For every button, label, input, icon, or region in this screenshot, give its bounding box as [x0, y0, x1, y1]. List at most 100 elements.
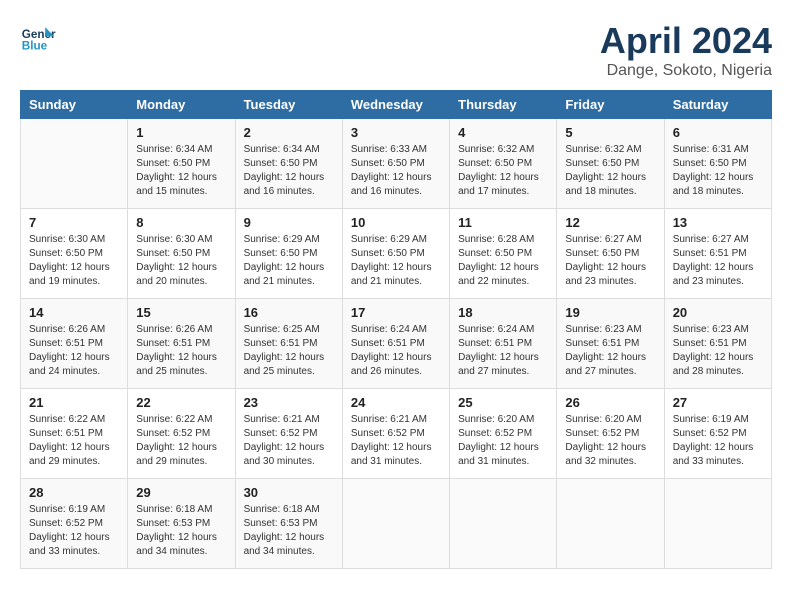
day-info: Sunrise: 6:34 AM Sunset: 6:50 PM Dayligh…: [244, 143, 334, 199]
day-info: Sunrise: 6:26 AM Sunset: 6:51 PM Dayligh…: [29, 323, 119, 379]
table-row: [557, 479, 664, 569]
day-info: Sunrise: 6:19 AM Sunset: 6:52 PM Dayligh…: [29, 503, 119, 559]
day-info: Sunrise: 6:23 AM Sunset: 6:51 PM Dayligh…: [673, 323, 763, 379]
day-info: Sunrise: 6:28 AM Sunset: 6:50 PM Dayligh…: [458, 233, 548, 289]
table-row: 28 Sunrise: 6:19 AM Sunset: 6:52 PM Dayli…: [21, 479, 128, 569]
day-number: 18: [458, 305, 548, 320]
calendar-subtitle: Dange, Sokoto, Nigeria: [600, 62, 772, 80]
day-number: 14: [29, 305, 119, 320]
table-row: 18 Sunrise: 6:24 AM Sunset: 6:51 PM Dayli…: [450, 299, 557, 389]
day-info: Sunrise: 6:31 AM Sunset: 6:50 PM Dayligh…: [673, 143, 763, 199]
header-saturday: Saturday: [664, 91, 771, 119]
day-info: Sunrise: 6:30 AM Sunset: 6:50 PM Dayligh…: [136, 233, 226, 289]
table-row: 19 Sunrise: 6:23 AM Sunset: 6:51 PM Dayli…: [557, 299, 664, 389]
day-info: Sunrise: 6:23 AM Sunset: 6:51 PM Dayligh…: [565, 323, 655, 379]
table-row: 25 Sunrise: 6:20 AM Sunset: 6:52 PM Dayli…: [450, 389, 557, 479]
day-info: Sunrise: 6:18 AM Sunset: 6:53 PM Dayligh…: [136, 503, 226, 559]
table-row: 20 Sunrise: 6:23 AM Sunset: 6:51 PM Dayli…: [664, 299, 771, 389]
day-info: Sunrise: 6:33 AM Sunset: 6:50 PM Dayligh…: [351, 143, 441, 199]
day-number: 7: [29, 215, 119, 230]
header-sunday: Sunday: [21, 91, 128, 119]
day-info: Sunrise: 6:27 AM Sunset: 6:50 PM Dayligh…: [565, 233, 655, 289]
day-number: 25: [458, 395, 548, 410]
day-number: 6: [673, 125, 763, 140]
day-info: Sunrise: 6:24 AM Sunset: 6:51 PM Dayligh…: [458, 323, 548, 379]
header-friday: Friday: [557, 91, 664, 119]
day-number: 19: [565, 305, 655, 320]
title-area: April 2024 Dange, Sokoto, Nigeria: [600, 20, 772, 80]
day-info: Sunrise: 6:20 AM Sunset: 6:52 PM Dayligh…: [565, 413, 655, 469]
header-tuesday: Tuesday: [235, 91, 342, 119]
day-number: 12: [565, 215, 655, 230]
day-number: 16: [244, 305, 334, 320]
table-row: 14 Sunrise: 6:26 AM Sunset: 6:51 PM Dayli…: [21, 299, 128, 389]
table-row: 10 Sunrise: 6:29 AM Sunset: 6:50 PM Dayli…: [342, 209, 449, 299]
day-number: 29: [136, 485, 226, 500]
day-number: 4: [458, 125, 548, 140]
day-number: 5: [565, 125, 655, 140]
day-info: Sunrise: 6:25 AM Sunset: 6:51 PM Dayligh…: [244, 323, 334, 379]
table-row: 1 Sunrise: 6:34 AM Sunset: 6:50 PM Daylig…: [128, 119, 235, 209]
day-info: Sunrise: 6:20 AM Sunset: 6:52 PM Dayligh…: [458, 413, 548, 469]
table-row: 15Sunrise: 6:26 AM Sunset: 6:51 PM Dayli…: [128, 299, 235, 389]
table-row: [21, 119, 128, 209]
table-row: 3 Sunrise: 6:33 AM Sunset: 6:50 PM Daylig…: [342, 119, 449, 209]
table-row: 27 Sunrise: 6:19 AM Sunset: 6:52 PM Dayli…: [664, 389, 771, 479]
day-number: 28: [29, 485, 119, 500]
day-info: Sunrise: 6:21 AM Sunset: 6:52 PM Dayligh…: [351, 413, 441, 469]
table-row: [664, 479, 771, 569]
day-info: Sunrise: 6:18 AM Sunset: 6:53 PM Dayligh…: [244, 503, 334, 559]
day-number: 11: [458, 215, 548, 230]
day-number: 15: [136, 305, 226, 320]
day-number: 26: [565, 395, 655, 410]
table-row: 30Sunrise: 6:18 AM Sunset: 6:53 PM Dayli…: [235, 479, 342, 569]
day-number: 23: [244, 395, 334, 410]
table-row: 16 Sunrise: 6:25 AM Sunset: 6:51 PM Dayli…: [235, 299, 342, 389]
calendar-table: Sunday Monday Tuesday Wednesday Thursday…: [20, 90, 772, 569]
table-row: 4 Sunrise: 6:32 AM Sunset: 6:50 PM Daylig…: [450, 119, 557, 209]
page-header: General Blue April 2024 Dange, Sokoto, N…: [20, 20, 772, 80]
table-row: [342, 479, 449, 569]
day-number: 22: [136, 395, 226, 410]
calendar-week-row: 21Sunrise: 6:22 AM Sunset: 6:51 PM Dayli…: [21, 389, 772, 479]
weekday-header-row: Sunday Monday Tuesday Wednesday Thursday…: [21, 91, 772, 119]
day-info: Sunrise: 6:29 AM Sunset: 6:50 PM Dayligh…: [244, 233, 334, 289]
calendar-week-row: 14 Sunrise: 6:26 AM Sunset: 6:51 PM Dayli…: [21, 299, 772, 389]
table-row: [450, 479, 557, 569]
table-row: 24Sunrise: 6:21 AM Sunset: 6:52 PM Dayli…: [342, 389, 449, 479]
day-info: Sunrise: 6:29 AM Sunset: 6:50 PM Dayligh…: [351, 233, 441, 289]
table-row: 29 Sunrise: 6:18 AM Sunset: 6:53 PM Dayli…: [128, 479, 235, 569]
day-number: 1: [136, 125, 226, 140]
table-row: 17 Sunrise: 6:24 AM Sunset: 6:51 PM Dayli…: [342, 299, 449, 389]
day-info: Sunrise: 6:27 AM Sunset: 6:51 PM Dayligh…: [673, 233, 763, 289]
day-info: Sunrise: 6:22 AM Sunset: 6:51 PM Dayligh…: [29, 413, 119, 469]
day-number: 20: [673, 305, 763, 320]
day-number: 10: [351, 215, 441, 230]
table-row: 11 Sunrise: 6:28 AM Sunset: 6:50 PM Dayli…: [450, 209, 557, 299]
calendar-week-row: 7 Sunrise: 6:30 AM Sunset: 6:50 PM Daylig…: [21, 209, 772, 299]
header-thursday: Thursday: [450, 91, 557, 119]
table-row: 2 Sunrise: 6:34 AM Sunset: 6:50 PM Daylig…: [235, 119, 342, 209]
table-row: 9 Sunrise: 6:29 AM Sunset: 6:50 PM Daylig…: [235, 209, 342, 299]
table-row: 5 Sunrise: 6:32 AM Sunset: 6:50 PM Daylig…: [557, 119, 664, 209]
day-info: Sunrise: 6:34 AM Sunset: 6:50 PM Dayligh…: [136, 143, 226, 199]
table-row: 22 Sunrise: 6:22 AM Sunset: 6:52 PM Dayli…: [128, 389, 235, 479]
logo-icon: General Blue: [20, 20, 56, 56]
logo: General Blue: [20, 20, 56, 56]
day-number: 9: [244, 215, 334, 230]
day-number: 2: [244, 125, 334, 140]
day-number: 8: [136, 215, 226, 230]
table-row: 26 Sunrise: 6:20 AM Sunset: 6:52 PM Dayli…: [557, 389, 664, 479]
day-info: Sunrise: 6:24 AM Sunset: 6:51 PM Dayligh…: [351, 323, 441, 379]
day-info: Sunrise: 6:22 AM Sunset: 6:52 PM Dayligh…: [136, 413, 226, 469]
table-row: 6 Sunrise: 6:31 AM Sunset: 6:50 PM Daylig…: [664, 119, 771, 209]
table-row: 13 Sunrise: 6:27 AM Sunset: 6:51 PM Dayli…: [664, 209, 771, 299]
day-info: Sunrise: 6:32 AM Sunset: 6:50 PM Dayligh…: [458, 143, 548, 199]
day-number: 17: [351, 305, 441, 320]
day-info: Sunrise: 6:32 AM Sunset: 6:50 PM Dayligh…: [565, 143, 655, 199]
day-number: 13: [673, 215, 763, 230]
day-info: Sunrise: 6:19 AM Sunset: 6:52 PM Dayligh…: [673, 413, 763, 469]
calendar-title: April 2024: [600, 20, 772, 62]
day-number: 3: [351, 125, 441, 140]
day-number: 27: [673, 395, 763, 410]
